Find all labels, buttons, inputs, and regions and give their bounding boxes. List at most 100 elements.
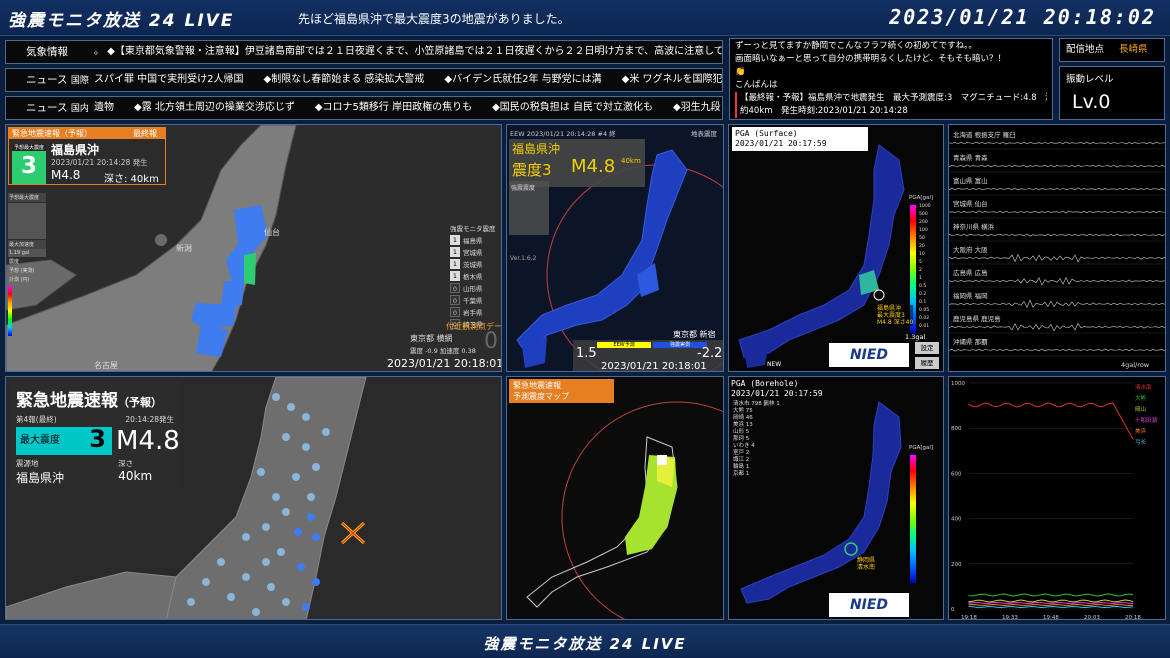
- station-marker: [282, 508, 290, 516]
- history-button[interactable]: 履歴: [915, 357, 939, 369]
- scale-tick: 500: [919, 212, 928, 217]
- waveform-trace: [949, 210, 1165, 214]
- station-label: 鹿児島県 鹿児島: [953, 315, 1001, 323]
- city-label-sendai: 仙台: [264, 228, 280, 237]
- pga-scale-labels: 1000 500 200 100 50 20 10 5 2 1 0.5 0.2 0.1 0.05 0.02 0…: [919, 203, 931, 331]
- level-box: 振動レベル Lv.0: [1059, 66, 1165, 120]
- chat-line-alert: 約40km 発生時刻:2023/01/21 20:14:28: [735, 105, 1047, 118]
- scale-tick: 1: [919, 276, 922, 281]
- pga-borehole-title: PGA (Borehole): [731, 379, 799, 388]
- station-marker: [297, 563, 305, 571]
- eew-timestamp: 2023/01/21 20:18:01: [601, 361, 707, 372]
- time-series-line: [968, 601, 1134, 605]
- y-tick-label: 0: [951, 607, 955, 613]
- time-series-chart: 1000 800 600 400 200 0 19:18 19:33 19:48 20:03 20:…: [951, 381, 1141, 620]
- time-series-line: [968, 605, 1134, 609]
- station-marker: [272, 493, 280, 501]
- waveform-trace: [949, 141, 1165, 145]
- legend-level: 1: [450, 270, 460, 281]
- legend-pref: 岩手県: [463, 308, 483, 317]
- pga-ranking: 清水市 798 鶴林 1 大熊 75 岡崎 46 美浜 13 山形 5 那珂 5 いわき 4…: [733, 401, 780, 478]
- scale-tick: 0.01: [919, 324, 930, 329]
- pga-value: 1.3gal: [905, 333, 926, 341]
- legend-row: 1 宮城県: [450, 246, 496, 257]
- nearby-big-value: 0: [484, 329, 498, 354]
- station-marker: [187, 598, 195, 606]
- ranking-row: 美浜 13: [733, 422, 753, 428]
- y-tick-label: 600: [951, 471, 962, 477]
- predicted-map-title: 緊急地震速報 予測震度マップ: [509, 379, 614, 403]
- legend-pref: 茨城県: [463, 260, 483, 269]
- x-tick-label: 19:18: [961, 615, 977, 620]
- panel-pga-surface: PGA (Surface) 2023/01/21 20:17:59 PGA[ga…: [728, 124, 944, 372]
- ticker-weather: 気象情報 。 ◆【東京都気象警報・注意報】伊豆諸島南部では２１日夜遅くまで、小笠…: [5, 40, 723, 64]
- eew-station: 東京都 新宿: [673, 330, 716, 339]
- ticker-domestic-news: ニュース 国内 遺物 ◆露 北方領土周辺の操業交渉応じず ◆コロナ5類移行 岸田…: [5, 96, 723, 120]
- station-marker: [227, 593, 235, 601]
- side-indicators: 予想最大震度 最大加速度 1.19 gal 震度 予想 (実測) 計測 (円): [8, 193, 46, 336]
- pga-surface-header: PGA (Surface) 2023/01/21 20:17:59: [732, 127, 868, 151]
- station-marker: [312, 463, 320, 471]
- station-marker: [262, 558, 270, 566]
- legend-pref: 栃木県: [463, 272, 483, 281]
- city-label-nagoya: 名古屋: [94, 361, 118, 370]
- pga-annotation: 福島県沖 最大震度3 M4.8 深さ40: [877, 305, 914, 326]
- scale-tick: 0.02: [919, 316, 930, 321]
- chat-panel[interactable]: ずーっと見てますか静岡でこんなフラフ続くの初めてですね。。 画面暗いなぁーと思っ…: [729, 38, 1053, 120]
- station-marker: [307, 513, 315, 521]
- legend-row: 0 千葉県: [450, 294, 496, 305]
- x-tick-label: 19:33: [1002, 615, 1018, 620]
- eew-bottom-box: EEW予測 強震実測 1.5 -2.2 2023/01/21 20:18:01: [573, 340, 723, 372]
- ticker-label-domestic: ニュース 国内: [26, 102, 89, 114]
- station-marker: [282, 598, 290, 606]
- waveform-trace: [949, 164, 1165, 168]
- legend-level: 1: [450, 234, 460, 245]
- scale-tick: 0.05: [919, 308, 930, 313]
- legend-row: 0 岩手県: [450, 306, 496, 317]
- ranking-row: 山形 5: [733, 429, 750, 435]
- station-label: 富山県 富山: [953, 177, 988, 185]
- ranking-row: 諏江 2: [733, 457, 750, 463]
- chat-line: ずーっと見てますか静岡でこんなフラフ続くの初めてですね。。: [735, 41, 977, 51]
- level-label: 振動レベル: [1066, 74, 1114, 85]
- x-tick-label: 19:48: [1043, 615, 1059, 620]
- legend-entry: 清水南: [1135, 385, 1152, 391]
- eew-max-intensity: 最大震度 3 M4.8: [16, 425, 180, 455]
- panel-predicted-intensity: 緊急地震速報 予測震度マップ: [506, 376, 724, 620]
- scale-tick: 10: [919, 252, 925, 257]
- scale-tick: 1000: [919, 204, 931, 209]
- eew-card-depth: 40km: [621, 157, 641, 165]
- panel-eew-map: EEW 2023/01/21 20:14:28 #4 終 地表震度 福島県沖 震…: [506, 124, 724, 372]
- legend-entry: 弓长: [1135, 440, 1147, 446]
- legend-row: 1 栃木県: [450, 270, 496, 281]
- legend-title: 強震モニタ震度: [450, 225, 496, 233]
- eew-main-title: 緊急地震速報（予報）: [16, 391, 162, 411]
- scale-tick: 5: [919, 260, 922, 265]
- panel-regional-map: 緊急地震速報（予報） 最終報 予想最大震度 3 福島県沖 2023/01/21 2…: [5, 124, 502, 372]
- ticker-text-world: スパイ罪 中国で実刑受け2人帰国 ◆制限なし春節始まる 感染拡大警戒 ◆バイデン…: [94, 74, 723, 85]
- settings-button[interactable]: 設定: [915, 342, 939, 354]
- footer-title: 強震モニタ放送 24 LIVE: [483, 635, 687, 653]
- predicted-intensity-map: [507, 377, 723, 619]
- legend-pref: 宮城県: [463, 248, 483, 257]
- station-marker: [302, 603, 310, 611]
- station-label: 北海道 根振支庁 羅臼: [953, 131, 1016, 139]
- station-label: 神奈川県 横浜: [953, 223, 995, 231]
- station-marker: [242, 573, 250, 581]
- legend-level: 1: [450, 258, 460, 269]
- station-marker: [217, 558, 225, 566]
- waveform-trace: [949, 348, 1165, 352]
- legend-entry: 大熊: [1135, 396, 1147, 402]
- station-marker: [302, 443, 310, 451]
- station-label: 広島県 広島: [953, 269, 988, 277]
- eew-header: EEW 2023/01/21 20:14:28 #4 終: [510, 130, 616, 138]
- legend-level: 0: [450, 282, 460, 293]
- x-tick-label: 20:03: [1084, 615, 1100, 620]
- legend-entry: 十和田湖: [1135, 418, 1158, 424]
- intensity-badge: 予想最大震度 3: [12, 144, 46, 184]
- scale-tick: 2: [919, 268, 922, 273]
- eew-magnitude: M4.8: [51, 168, 81, 182]
- waveform-trace: [949, 253, 1165, 263]
- legend-level: 0: [450, 294, 460, 305]
- legend-pref: 山形県: [463, 284, 483, 293]
